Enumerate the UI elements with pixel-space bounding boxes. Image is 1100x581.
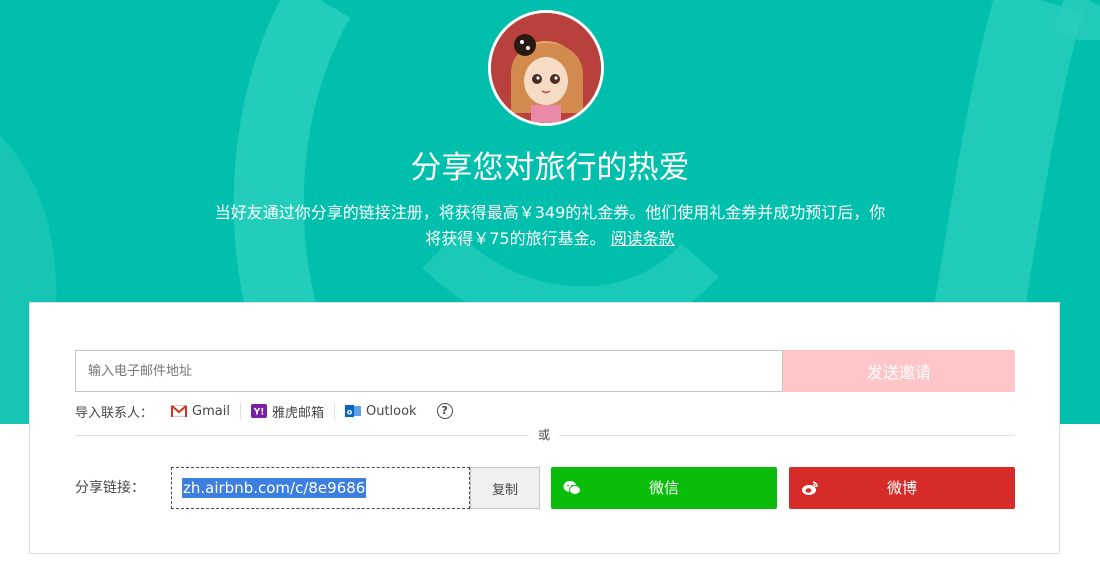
yahoo-icon: Y! [250, 404, 267, 418]
outlook-label: Outlook [365, 403, 417, 419]
email-input[interactable] [75, 350, 783, 392]
svg-text:o: o [347, 408, 353, 417]
import-outlook-button[interactable]: o Outlook [335, 404, 427, 419]
terms-link[interactable]: 阅读条款 [611, 229, 675, 248]
import-gmail-button[interactable]: Gmail [171, 404, 240, 419]
gmail-label: Gmail [192, 403, 230, 419]
referral-description: 当好友通过你分享的链接注册，将获得最高￥349的礼金券。他们使用礼金券并成功预订… [165, 200, 935, 252]
import-contacts-label: 导入联系人： [75, 405, 154, 421]
gmail-icon [171, 404, 188, 418]
wechat-share-button[interactable]: 微信 [551, 467, 777, 509]
import-contacts-row: 导入联系人： Gmail Y! 雅虎邮箱 o Outlook ? [75, 401, 453, 421]
page-title: 分享您对旅行的热爱 [410, 150, 690, 186]
or-divider-text: 或 [529, 427, 559, 443]
yahoo-label: 雅虎邮箱 [271, 405, 324, 421]
share-link-text: zh.airbnb.com/c/8e9686 [182, 478, 367, 498]
invite-card: 发送邀请 导入联系人： Gmail Y! 雅虎邮箱 o Outlook ? 或 … [29, 302, 1060, 554]
send-invite-button[interactable]: 发送邀请 [783, 350, 1015, 392]
copy-link-button[interactable]: 复制 [470, 467, 540, 509]
svg-text:Y!: Y! [253, 408, 265, 418]
import-yahoo-button[interactable]: Y! 雅虎邮箱 [241, 402, 334, 421]
description-line-1: 当好友通过你分享的链接注册，将获得最高￥349的礼金券。他们使用礼金券并成功预订… [214, 203, 886, 222]
help-icon[interactable]: ? [436, 403, 453, 419]
outlook-icon: o [344, 404, 361, 418]
share-link-label: 分享链接： [75, 480, 145, 496]
avatar-illustration [491, 13, 601, 123]
wechat-label: 微信 [648, 479, 679, 497]
weibo-share-button[interactable]: 微博 [789, 467, 1015, 509]
weibo-label: 微博 [886, 479, 917, 497]
description-line-2: 将获得￥75的旅行基金。 [425, 229, 606, 248]
user-avatar [488, 10, 604, 126]
share-link-field[interactable]: zh.airbnb.com/c/8e9686 [171, 467, 470, 509]
